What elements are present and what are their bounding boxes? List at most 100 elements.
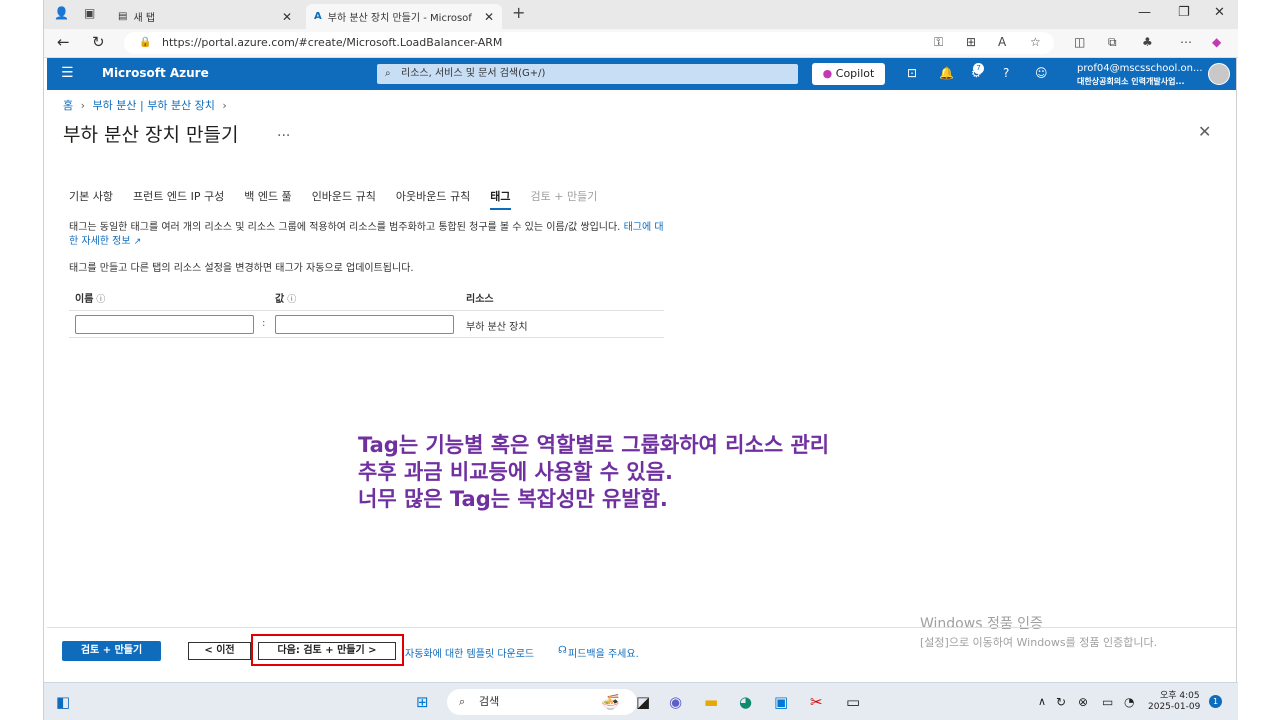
cloud-shell-icon[interactable]: ⊡ (907, 66, 917, 80)
terminal-icon[interactable]: ▭ (846, 693, 860, 711)
read-aloud-icon[interactable]: A (998, 35, 1006, 49)
wizard-tabs: 기본 사항 프런트 엔드 IP 구성 백 엔드 풀 인바운드 규칙 아웃바운드 … (69, 188, 617, 212)
browser-tab-bar: 👤 ▣ ▤ 새 탭 ✕ A 부하 분산 장치 만들기 - Microsof ✕ … (44, 0, 1238, 29)
azure-logo-icon: A (314, 11, 322, 22)
windows-taskbar: ◧ ⊞ ⌕ 검색 🍜 ◪ ◉ ▬ ◕ ▣ ✂ ▭ ∧ ↻ ⊗ ▭ ◔ 오후 4:… (44, 682, 1238, 720)
restore-icon[interactable]: ❐ (1178, 5, 1190, 20)
more-icon[interactable]: ⋯ (1180, 35, 1192, 49)
url-field[interactable]: 🔒 https://portal.azure.com/#create/Micro… (124, 32, 1054, 54)
menu-icon[interactable]: ☰ (61, 65, 74, 81)
store-icon[interactable]: ▣ (774, 693, 788, 711)
column-header-value: 값 ⓘ (275, 290, 296, 305)
clock-date[interactable]: 2025-01-09 (1148, 702, 1200, 712)
search-placeholder: 리소스, 서비스 및 문서 검색(G+/) (401, 68, 546, 79)
widgets-icon[interactable]: ◧ (56, 693, 70, 711)
notification-badge: 7 (973, 63, 984, 74)
feedback-icon[interactable]: ☺ (1035, 66, 1048, 80)
new-tab-icon[interactable]: + (512, 3, 525, 22)
previous-button[interactable]: < 이전 (188, 642, 251, 660)
browser-tab-active[interactable]: A 부하 분산 장치 만들기 - Microsof ✕ (306, 4, 502, 29)
edge-icon[interactable]: ◕ (739, 693, 752, 711)
help-icon[interactable]: ? (1003, 66, 1009, 80)
start-icon[interactable]: ⊞ (416, 693, 429, 711)
snipping-tool-icon[interactable]: ✂ (810, 693, 823, 711)
avatar[interactable] (1208, 63, 1230, 85)
clock-time[interactable]: 오후 4:05 (1160, 688, 1200, 701)
tab-tags[interactable]: 태그 (490, 188, 511, 212)
copilot-button[interactable]: ● Copilot (812, 63, 885, 85)
highlight-box (251, 634, 404, 666)
browser-tab-label: 부하 분산 장치 만들기 - Microsof (327, 13, 472, 24)
split-screen-icon[interactable]: ◫ (1074, 35, 1085, 49)
review-create-button[interactable]: 검토 + 만들기 (62, 641, 161, 661)
minimize-icon[interactable]: — (1138, 5, 1151, 20)
column-header-resource: 리소스 (466, 294, 494, 305)
tab-backend-pools[interactable]: 백 엔드 풀 (244, 188, 291, 212)
page-title: 부하 분산 장치 만들기 (63, 124, 239, 146)
tags-auto-update-note: 태그를 만들고 다른 탭의 리소스 설정을 변경하면 태그가 자동으로 업데이트… (69, 263, 414, 274)
tab-frontend-ip[interactable]: 프런트 엔드 IP 구성 (133, 188, 224, 212)
chevron-right-icon: › (80, 99, 86, 112)
tab-actions-icon[interactable]: ▣ (84, 6, 95, 20)
more-options-icon[interactable]: ... (277, 124, 290, 140)
tag-name-input[interactable] (75, 315, 254, 334)
info-icon[interactable]: ⓘ (287, 295, 296, 305)
browser-tab-label: 새 탭 (133, 13, 156, 24)
volume-icon[interactable]: ◔ (1124, 695, 1134, 709)
chevron-up-icon[interactable]: ∧ (1038, 695, 1046, 708)
notification-center-badge[interactable]: 1 (1209, 695, 1222, 708)
back-icon[interactable]: ← (57, 33, 70, 51)
breadcrumb: 홈 › 부하 분산 | 부하 분산 장치 › (63, 97, 231, 113)
breadcrumb-home[interactable]: 홈 (63, 99, 73, 112)
table-divider (69, 337, 664, 338)
network-icon[interactable]: ▭ (1102, 695, 1113, 709)
key-icon[interactable]: ⚿ (934, 35, 943, 50)
bing-icon[interactable]: 🍜 (601, 693, 620, 711)
account-email[interactable]: prof04@mscsschool.on... (1077, 63, 1203, 74)
tab-basics[interactable]: 기본 사항 (69, 188, 113, 212)
name-value-separator: : (262, 318, 266, 329)
page-icon: ▤ (118, 11, 128, 22)
browser-window: 👤 ▣ ▤ 새 탭 ✕ A 부하 분산 장치 만들기 - Microsof ✕ … (43, 0, 1238, 720)
lock-icon: 🔒 (139, 37, 152, 48)
refresh-icon[interactable]: ↻ (92, 33, 105, 51)
extensions-icon[interactable]: ♣ (1142, 35, 1153, 49)
favorite-icon[interactable]: ☆ (1030, 35, 1041, 49)
notifications-icon[interactable]: 🔔 (939, 66, 954, 80)
profile-icon[interactable]: 👤 (54, 6, 69, 20)
activation-watermark-text: [설정]으로 이동하여 Windows를 정품 인증합니다. (920, 636, 1158, 649)
apps-icon[interactable]: ⊞ (966, 35, 976, 49)
table-divider (69, 310, 664, 311)
feedback-link-icon: ☊ (558, 645, 567, 656)
browser-tab-newtab[interactable]: ▤ 새 탭 ✕ (110, 4, 300, 29)
copilot-browser-icon[interactable]: ◆ (1212, 35, 1221, 49)
close-tab-icon[interactable]: ✕ (282, 10, 292, 24)
close-icon[interactable]: ✕ (1198, 122, 1211, 141)
tab-outbound-rules[interactable]: 아웃바운드 규칙 (396, 188, 470, 212)
breadcrumb-loadbalancer[interactable]: 부하 분산 | 부하 분산 장치 (93, 99, 215, 112)
collections-icon[interactable]: ⧉ (1108, 35, 1117, 50)
task-view-icon[interactable]: ◪ (636, 693, 650, 711)
brand-title[interactable]: Microsoft Azure (102, 66, 209, 80)
activation-watermark-title: Windows 정품 인증 (920, 616, 1043, 632)
close-tab-icon[interactable]: ✕ (484, 10, 494, 24)
tab-inbound-rules[interactable]: 인바운드 규칙 (312, 188, 376, 212)
teams-icon[interactable]: ◉ (669, 693, 682, 711)
template-download-link[interactable]: 자동화에 대한 템플릿 다운로드 (405, 645, 534, 660)
file-explorer-icon[interactable]: ▬ (704, 693, 718, 711)
global-search-input[interactable]: ⌕ 리소스, 서비스 및 문서 검색(G+/) (377, 64, 798, 84)
taskbar-search-placeholder: 검색 (479, 695, 500, 708)
sync-icon[interactable]: ↻ (1056, 695, 1066, 709)
info-icon[interactable]: ⓘ (96, 295, 105, 305)
search-icon: ⌕ (459, 695, 466, 708)
column-header-name-label: 이름 (75, 294, 94, 305)
security-icon[interactable]: ⊗ (1078, 695, 1088, 709)
copilot-icon: ● (822, 67, 833, 80)
tag-value-input[interactable] (275, 315, 454, 334)
tags-description-text: 태그는 동일한 태그를 여러 개의 리소스 및 리소스 그룹에 적용하여 리소스… (69, 222, 621, 233)
feedback-link[interactable]: 피드백을 주세요. (568, 645, 639, 660)
close-window-icon[interactable]: ✕ (1214, 5, 1225, 20)
tab-review-create[interactable]: 검토 + 만들기 (531, 188, 598, 212)
account-org[interactable]: 대한상공회의소 인력개발사업... (1077, 76, 1185, 87)
tags-description: 태그는 동일한 태그를 여러 개의 리소스 및 리소스 그룹에 적용하여 리소스… (69, 221, 669, 249)
